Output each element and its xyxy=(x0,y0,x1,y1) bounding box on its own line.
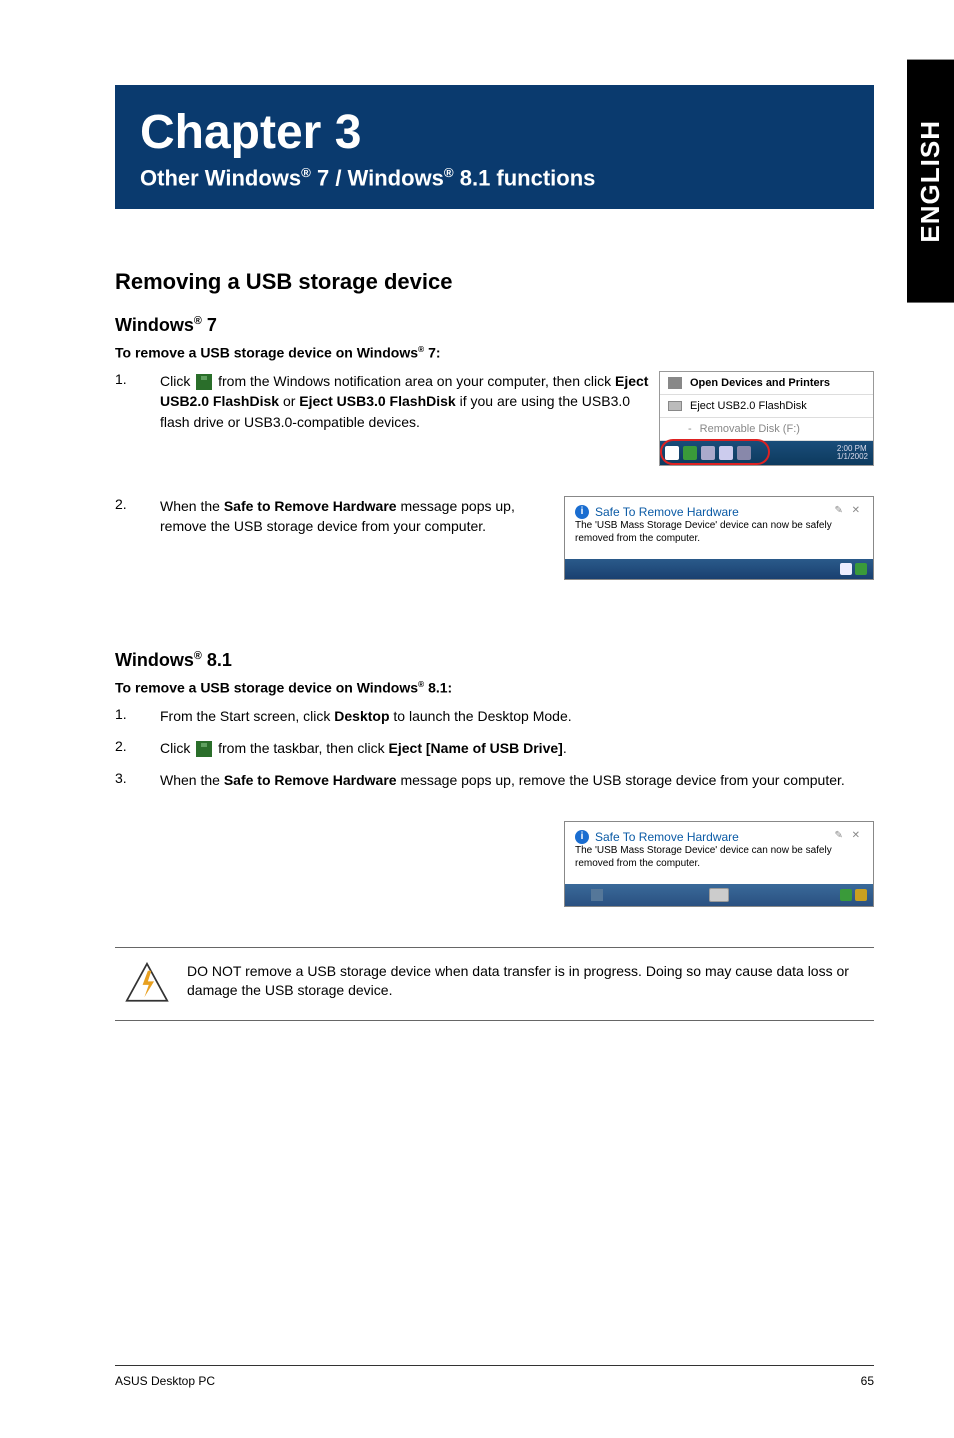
eject-popup-menu: Open Devices and Printers Eject USB2.0 F… xyxy=(659,371,874,466)
win7-step-2: 2. When the Safe to Remove Hardware mess… xyxy=(115,496,554,537)
keyboard-icon[interactable] xyxy=(709,888,729,902)
tray-time: 2:00 PM1/1/2002 xyxy=(837,445,868,461)
usb-tray-icon[interactable] xyxy=(683,446,697,460)
tray-arrow-icon xyxy=(840,563,852,575)
disk-icon xyxy=(668,401,682,411)
page-footer: ASUS Desktop PC 65 xyxy=(115,1365,874,1388)
step-number: 2. xyxy=(115,496,160,512)
reg-mark: ® xyxy=(301,165,311,180)
taskbar-icon xyxy=(591,889,603,901)
intro-text: To remove a USB storage device on Window… xyxy=(115,680,418,696)
step-text: Click from the Windows notification area… xyxy=(160,371,649,432)
step-number: 2. xyxy=(115,738,160,754)
win7-heading: Windows® 7 xyxy=(115,315,874,336)
heading-text: Windows xyxy=(115,650,194,670)
heading-text: Windows xyxy=(115,315,194,335)
balloon-taskbar xyxy=(565,559,873,579)
step-text: Click from the taskbar, then click Eject… xyxy=(160,738,874,758)
heading-text: 8.1 xyxy=(202,650,232,670)
bold-text: Desktop xyxy=(334,708,389,724)
chapter-header: Chapter 3 Other Windows® 7 / Windows® 8.… xyxy=(115,85,874,209)
menu-label: Open Devices and Printers xyxy=(690,377,830,389)
balloon-title: i Safe To Remove Hardware xyxy=(575,505,834,519)
usb-tray-icon[interactable] xyxy=(840,889,852,901)
menu-removable-disk: - Removable Disk (F:) xyxy=(660,418,873,441)
text: When the xyxy=(160,772,224,788)
step-text: When the Safe to Remove Hardware message… xyxy=(160,770,874,790)
safe-remove-balloon: ✎ ✕ i Safe To Remove Hardware The 'USB M… xyxy=(564,496,874,580)
subtitle-text: 8.1 functions xyxy=(454,165,596,190)
taskbar: 2:00 PM1/1/2002 xyxy=(660,441,873,465)
step-text: When the Safe to Remove Hardware message… xyxy=(160,496,554,537)
subtitle-text: 7 / Windows xyxy=(311,165,444,190)
section-title: Removing a USB storage device xyxy=(115,269,874,295)
balloon-body: The 'USB Mass Storage Device' device can… xyxy=(575,844,863,876)
intro-text: 7: xyxy=(424,345,440,361)
title-text: Safe To Remove Hardware xyxy=(595,505,739,519)
bold-text: Eject USB3.0 FlashDisk xyxy=(299,393,455,409)
text: When the xyxy=(160,498,224,514)
text: Click xyxy=(160,373,194,389)
text: . xyxy=(563,740,567,756)
intro-text: 8.1: xyxy=(424,680,452,696)
menu-eject-flashdisk[interactable]: Eject USB2.0 FlashDisk xyxy=(660,395,873,418)
tray-icon[interactable] xyxy=(855,889,867,901)
footer-page-number: 65 xyxy=(861,1374,874,1388)
step-number: 1. xyxy=(115,371,160,387)
intro-text: To remove a USB storage device on Window… xyxy=(115,345,418,361)
text: from the Windows notification area on yo… xyxy=(214,373,615,389)
flag-icon[interactable] xyxy=(719,446,733,460)
bold-text: Eject [Name of USB Drive] xyxy=(389,740,563,756)
win81-step-1: 1. From the Start screen, click Desktop … xyxy=(115,706,874,726)
usb-tray-icon[interactable] xyxy=(855,563,867,575)
balloon-close-icon[interactable]: ✎ ✕ xyxy=(834,505,863,516)
warning-box: DO NOT remove a USB storage device when … xyxy=(115,947,874,1021)
win81-intro: To remove a USB storage device on Window… xyxy=(115,679,874,696)
win81-step-3: 3. When the Safe to Remove Hardware mess… xyxy=(115,770,874,790)
step-number: 3. xyxy=(115,770,160,786)
text: message pops up, remove the USB storage … xyxy=(397,772,845,788)
printer-icon xyxy=(668,377,682,389)
footer-product: ASUS Desktop PC xyxy=(115,1374,215,1388)
safe-remove-balloon-81: ✎ ✕ i Safe To Remove Hardware The 'USB M… xyxy=(564,821,874,907)
network-icon[interactable] xyxy=(737,446,751,460)
step-number: 1. xyxy=(115,706,160,722)
chapter-subtitle: Other Windows® 7 / Windows® 8.1 function… xyxy=(140,165,849,191)
reg-mark: ® xyxy=(444,165,454,180)
warning-lightning-icon xyxy=(125,962,169,1006)
info-icon: i xyxy=(575,505,589,519)
balloon-close-icon[interactable]: ✎ ✕ xyxy=(834,830,863,841)
menu-label: Removable Disk (F:) xyxy=(700,423,800,435)
balloon-body: The 'USB Mass Storage Device' device can… xyxy=(575,519,863,551)
bold-text: Safe to Remove Hardware xyxy=(224,772,397,788)
menu-open-devices[interactable]: Open Devices and Printers xyxy=(660,372,873,395)
chapter-title: Chapter 3 xyxy=(140,105,849,160)
text: or xyxy=(279,393,299,409)
text: to launch the Desktop Mode. xyxy=(390,708,572,724)
volume-icon[interactable] xyxy=(701,446,715,460)
menu-label: Eject USB2.0 FlashDisk xyxy=(690,400,807,412)
bold-text: Safe to Remove Hardware xyxy=(224,498,397,514)
subtitle-text: Other Windows xyxy=(140,165,301,190)
text: from the taskbar, then click xyxy=(214,740,388,756)
title-text: Safe To Remove Hardware xyxy=(595,830,739,844)
balloon-title: i Safe To Remove Hardware xyxy=(575,830,834,844)
info-icon: i xyxy=(575,830,589,844)
tray-arrow-icon xyxy=(665,446,679,460)
usb-tray-icon xyxy=(196,374,212,390)
reg-mark: ® xyxy=(194,315,202,327)
balloon-taskbar xyxy=(565,884,873,906)
text: From the Start screen, click xyxy=(160,708,334,724)
warning-text: DO NOT remove a USB storage device when … xyxy=(187,962,874,1001)
step-text: From the Start screen, click Desktop to … xyxy=(160,706,874,726)
win7-intro: To remove a USB storage device on Window… xyxy=(115,344,874,361)
win7-step-1: 1. Click from the Windows notification a… xyxy=(115,371,649,432)
win81-step-2: 2. Click from the taskbar, then click Ej… xyxy=(115,738,874,758)
reg-mark: ® xyxy=(194,650,202,662)
heading-text: 7 xyxy=(202,315,217,335)
text: Click xyxy=(160,740,194,756)
usb-tray-icon xyxy=(196,741,212,757)
win81-heading: Windows® 8.1 xyxy=(115,650,874,671)
